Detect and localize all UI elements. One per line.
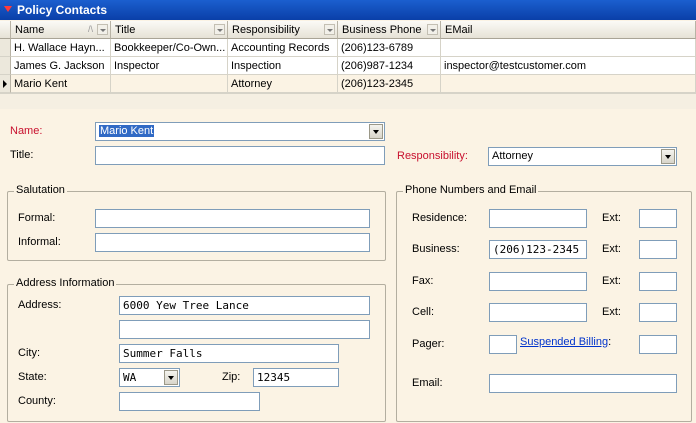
responsibility-dropdown[interactable]: Attorney xyxy=(488,147,677,166)
address-legend: Address Information xyxy=(14,277,117,289)
cell-responsibility[interactable]: Inspection xyxy=(228,57,338,75)
cell-email[interactable] xyxy=(441,39,696,57)
chevron-down-icon[interactable] xyxy=(369,124,383,139)
fax-ext-input[interactable] xyxy=(639,272,677,291)
column-header-email[interactable]: EMail xyxy=(441,21,696,39)
column-header-name[interactable]: Name /\ xyxy=(11,21,111,39)
residence-input[interactable] xyxy=(489,209,587,228)
responsibility-label: Responsibility: xyxy=(397,150,468,162)
business-ext-label: Ext: xyxy=(602,243,621,255)
contacts-grid[interactable]: Name /\ Title Responsibility Business Ph… xyxy=(0,21,696,109)
formal-input[interactable] xyxy=(95,209,370,228)
cell-name[interactable]: James G. Jackson xyxy=(11,57,111,75)
cell-email[interactable] xyxy=(441,75,696,93)
city-label: City: xyxy=(18,347,40,359)
filter-dropdown-icon[interactable] xyxy=(427,24,438,35)
cell-name[interactable]: Mario Kent xyxy=(11,75,111,93)
cell-email[interactable]: inspector@testcustomer.com xyxy=(441,57,696,75)
fax-input[interactable] xyxy=(489,272,587,291)
name-dropdown[interactable]: Mario Kent xyxy=(95,122,385,141)
city-input[interactable]: Summer Falls xyxy=(119,344,339,363)
row-selector[interactable] xyxy=(0,57,11,75)
address-label: Address: xyxy=(18,299,62,311)
grid-empty-area xyxy=(0,93,696,109)
county-label: County: xyxy=(18,395,56,407)
filter-dropdown-icon[interactable] xyxy=(214,24,225,35)
state-label: State: xyxy=(18,371,47,383)
cell-title[interactable]: Inspector xyxy=(111,57,228,75)
zip-input[interactable]: 12345 xyxy=(253,368,339,387)
panel-title: Policy Contacts xyxy=(17,3,108,17)
pager-label: Pager: xyxy=(412,338,445,350)
cell-title[interactable] xyxy=(111,75,228,93)
business-ext-input[interactable] xyxy=(639,240,677,259)
sort-icon: /\ xyxy=(87,24,93,34)
cell-title[interactable]: Bookkeeper/Co-Own... xyxy=(111,39,228,57)
cell-label: Cell: xyxy=(412,306,435,318)
pager-input[interactable] xyxy=(489,335,517,354)
cell-phone[interactable]: (206)123-2345 xyxy=(338,75,441,93)
filter-dropdown-icon[interactable] xyxy=(97,24,108,35)
state-value: WA xyxy=(123,371,137,384)
salutation-legend: Salutation xyxy=(14,184,67,196)
cell-name[interactable]: H. Wallace Hayn... xyxy=(11,39,111,57)
current-row-pointer-icon xyxy=(3,80,7,88)
address-line1-input[interactable]: 6000 Yew Tree Lance xyxy=(119,296,370,315)
formal-label: Formal: xyxy=(18,212,56,224)
cell-phone[interactable]: (206)123-6789 xyxy=(338,39,441,57)
collapse-arrow-icon[interactable] xyxy=(4,6,12,12)
fax-label: Fax: xyxy=(412,275,434,287)
cell-responsibility[interactable]: Accounting Records xyxy=(228,39,338,57)
residence-label: Residence: xyxy=(412,212,468,224)
address-line2-input[interactable] xyxy=(119,320,370,339)
filter-dropdown-icon[interactable] xyxy=(324,24,335,35)
column-header-title[interactable]: Title xyxy=(111,21,228,39)
chevron-down-icon[interactable] xyxy=(164,370,178,385)
fax-ext-label: Ext: xyxy=(602,275,621,287)
name-label: Name: xyxy=(10,125,43,137)
email-input[interactable] xyxy=(489,374,677,393)
zip-label: Zip: xyxy=(222,371,241,383)
residence-ext-label: Ext: xyxy=(602,212,621,224)
cell-input[interactable] xyxy=(489,303,587,322)
cell-phone[interactable]: (206)987-1234 xyxy=(338,57,441,75)
suspended-billing-colon: : xyxy=(608,336,612,348)
cell-responsibility[interactable]: Attorney xyxy=(228,75,338,93)
cell-ext-input[interactable] xyxy=(639,303,677,322)
phone-email-legend: Phone Numbers and Email xyxy=(403,184,539,196)
state-dropdown[interactable]: WA xyxy=(119,368,180,387)
column-header-responsibility[interactable]: Responsibility xyxy=(228,21,338,39)
name-value: Mario Kent xyxy=(99,125,155,137)
column-header-business-phone[interactable]: Business Phone xyxy=(338,21,441,39)
suspended-billing-input[interactable] xyxy=(639,335,677,354)
county-input[interactable] xyxy=(119,392,260,411)
cell-ext-label: Ext: xyxy=(602,306,621,318)
business-label: Business: xyxy=(412,243,460,255)
title-label: Title: xyxy=(10,149,34,161)
title-input[interactable] xyxy=(95,146,385,165)
row-selector[interactable] xyxy=(0,39,11,57)
row-selector[interactable] xyxy=(0,75,11,93)
suspended-billing-link[interactable]: Suspended Billing xyxy=(520,336,608,348)
suspended-billing-wrapper: Suspended Billing: xyxy=(520,336,611,348)
row-selector-header xyxy=(0,21,11,39)
residence-ext-input[interactable] xyxy=(639,209,677,228)
chevron-down-icon[interactable] xyxy=(661,149,675,164)
panel-title-bar[interactable]: Policy Contacts xyxy=(0,0,696,20)
responsibility-value: Attorney xyxy=(492,150,533,162)
informal-input[interactable] xyxy=(95,233,370,252)
business-phone-input[interactable]: (206)123-2345 xyxy=(489,240,587,259)
email-label: Email: xyxy=(412,377,443,389)
informal-label: Informal: xyxy=(18,236,61,248)
